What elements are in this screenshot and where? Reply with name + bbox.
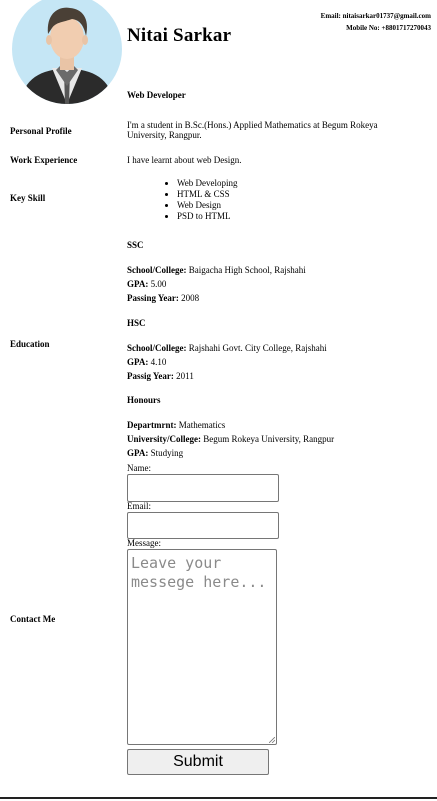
name-label: Name: — [127, 463, 151, 473]
ssc-school: School/College: Baigacha High School, Ra… — [127, 265, 306, 275]
bottom-divider — [0, 797, 437, 799]
contact-label: Contact Me — [10, 614, 56, 624]
list-item: HTML & CSS — [177, 189, 238, 200]
personal-profile-text: I'm a student in B.Sc.(Hons.) Applied Ma… — [127, 120, 378, 140]
name-field[interactable] — [127, 474, 279, 502]
submit-button[interactable]: Submit — [127, 749, 269, 775]
skill-list: Web Developing HTML & CSS Web Design PSD… — [163, 178, 238, 222]
profile-name: Nitai Sarkar — [127, 25, 232, 46]
education-label: Education — [10, 339, 50, 349]
email-field[interactable] — [127, 512, 279, 539]
header-email: Email: nitaisarkar01737@gmail.com — [320, 12, 431, 20]
personal-profile-label: Personal Profile — [10, 126, 72, 136]
honours-dept: Departmrnt: Mathematics — [127, 420, 226, 430]
list-item: PSD to HTML — [177, 211, 238, 222]
message-textarea[interactable]: Leave your messege here... — [127, 549, 277, 745]
list-item: Web Design — [177, 200, 238, 211]
person-avatar-icon — [12, 0, 122, 104]
ssc-gpa: GPA: 5.00 — [127, 279, 167, 289]
hsc-year: Passig Year: 2011 — [127, 371, 194, 381]
ssc-year: Passing Year: 2008 — [127, 293, 200, 303]
job-title: Web Developer — [127, 90, 186, 100]
message-placeholder: Leave your messege here... — [131, 554, 267, 591]
resize-grip-icon[interactable] — [269, 737, 275, 743]
header-contact: Email: nitaisarkar01737@gmail.com Mobile… — [321, 10, 431, 34]
hsc-school: School/College: Rajshahi Govt. City Coll… — [127, 343, 327, 353]
hsc-heading: HSC — [127, 318, 146, 328]
work-experience-label: Work Experience — [10, 155, 78, 165]
header-mobile: Mobile No: +8801717270043 — [346, 24, 431, 32]
key-skill-label: Key Skill — [10, 193, 46, 203]
honours-heading: Honours — [127, 395, 161, 405]
honours-uni: University/College: Begum Rokeya Univers… — [127, 434, 335, 444]
ssc-heading: SSC — [127, 240, 144, 250]
message-label: Message: — [127, 538, 161, 548]
email-label: Email: — [127, 501, 151, 511]
honours-gpa: GPA: Studying — [127, 448, 184, 458]
avatar — [12, 0, 122, 104]
hsc-gpa: GPA: 4.10 — [127, 357, 167, 367]
list-item: Web Developing — [177, 178, 238, 189]
work-experience-text: I have learnt about web Design. — [127, 155, 242, 165]
